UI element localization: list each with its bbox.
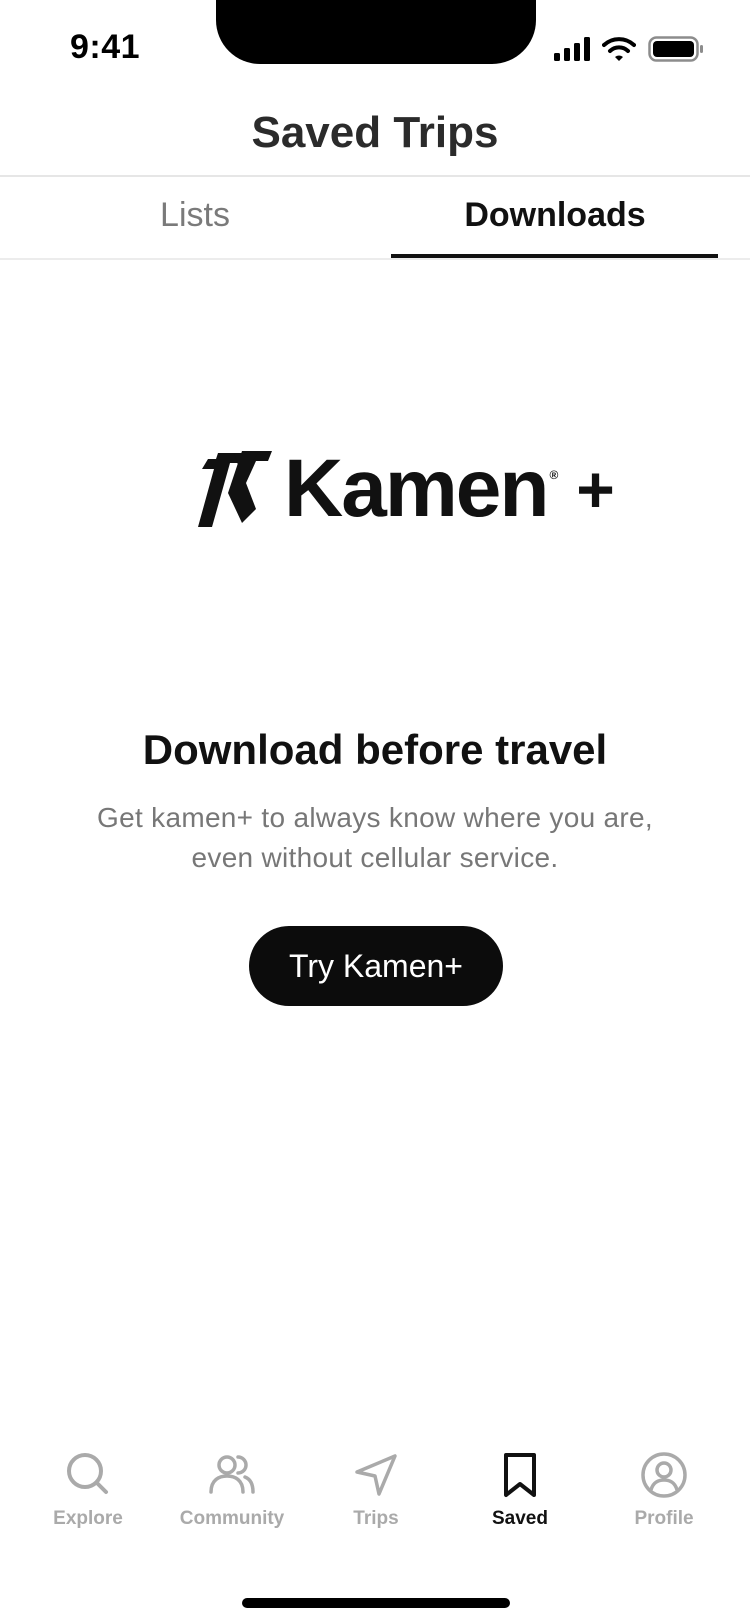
empty-state-title: Download before travel (142, 726, 608, 773)
nav-item-explore[interactable]: Explore (16, 1450, 160, 1570)
tabs-divider (0, 258, 750, 260)
status-time: 9:41 (70, 28, 141, 66)
logo-plus: + (576, 452, 615, 526)
try-kamen-plus-button[interactable]: Try Kamen+ (249, 926, 503, 1006)
tab-downloads[interactable]: Downloads (375, 196, 735, 235)
home-indicator[interactable] (242, 1598, 510, 1608)
device-notch (216, 0, 536, 64)
search-icon (67, 1453, 108, 1494)
tab-lists[interactable]: Lists (15, 196, 375, 235)
navigation-icon (355, 1454, 397, 1496)
wifi-icon (602, 37, 636, 61)
cellular-signal-icon (554, 37, 590, 61)
users-icon (209, 1455, 255, 1494)
nav-label-saved: Saved (492, 1508, 548, 1529)
page-title: Saved Trips (251, 108, 499, 157)
empty-state-description: Get kamen+ to always know where you are,… (97, 802, 653, 873)
bottom-nav: Explore Community Trips Saved Profile (0, 1450, 750, 1570)
nav-label-profile: Profile (634, 1508, 694, 1529)
status-icons (554, 36, 704, 62)
nav-label-trips: Trips (353, 1508, 399, 1529)
nav-label-explore: Explore (53, 1508, 123, 1529)
kamen-plus-logo: Kamen ® + (198, 448, 615, 530)
logo-registered-mark: ® (549, 468, 559, 482)
nav-item-community[interactable]: Community (160, 1450, 304, 1570)
user-circle-icon (641, 1452, 687, 1498)
nav-item-profile[interactable]: Profile (592, 1450, 736, 1570)
kamen-logo-mark-icon (198, 451, 272, 527)
nav-label-community: Community (179, 1508, 285, 1529)
logo-wordmark: Kamen (284, 443, 549, 534)
header-divider (0, 175, 750, 177)
nav-item-saved[interactable]: Saved (448, 1450, 592, 1570)
nav-item-trips[interactable]: Trips (304, 1450, 448, 1570)
battery-icon (648, 36, 703, 62)
bookmark-icon (504, 1453, 536, 1497)
